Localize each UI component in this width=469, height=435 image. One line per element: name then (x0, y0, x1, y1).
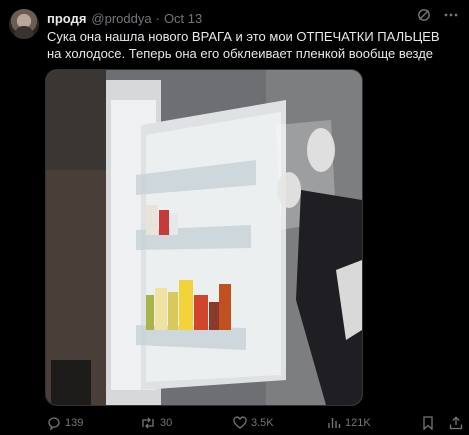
tweet-text: Сука она нашла нового ВРАГА и это мои ОТ… (47, 29, 440, 61)
fridge-photo (46, 70, 362, 405)
author-name[interactable]: продя (47, 11, 86, 26)
more-icon[interactable] (443, 8, 459, 22)
repost-button[interactable]: 30 (140, 416, 172, 430)
share-icon[interactable] (449, 416, 463, 430)
like-button[interactable]: 3.5K (233, 416, 274, 430)
header-actions (417, 8, 459, 22)
like-count: 3.5K (251, 417, 274, 429)
reply-button[interactable]: 139 (47, 416, 83, 430)
bookmark-icon[interactable] (422, 416, 434, 430)
repost-icon (140, 416, 156, 430)
reply-icon (47, 416, 61, 430)
author-handle[interactable]: @proddya (91, 11, 151, 26)
avatar[interactable] (9, 9, 39, 39)
separator-dot: · (155, 10, 160, 26)
grok-icon[interactable] (417, 8, 431, 22)
repost-count: 30 (160, 417, 173, 429)
tweet[interactable]: продя @proddya · Oct 13 Сука она нашла н… (0, 0, 469, 435)
views-button[interactable]: 121K (327, 416, 371, 430)
views-count: 121K (345, 417, 371, 429)
tweet-date[interactable]: Oct 13 (164, 11, 202, 26)
views-icon (327, 416, 341, 430)
like-icon (233, 416, 247, 430)
tweet-header: продя @proddya · Oct 13 (47, 10, 202, 26)
action-bar: 139 30 3.5K 121K (47, 414, 463, 432)
reply-count: 139 (65, 417, 84, 429)
tweet-photo[interactable] (45, 69, 363, 406)
